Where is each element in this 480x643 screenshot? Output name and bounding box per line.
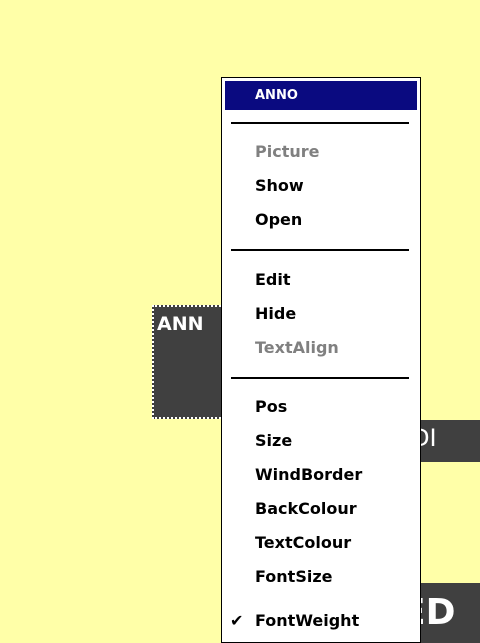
menu-title: ANNO (225, 81, 417, 110)
menu-separator (231, 249, 409, 251)
anno-object-label: ANN (157, 313, 204, 335)
menu-item-windborder[interactable]: WindBorder (222, 458, 420, 492)
menu-item-pos[interactable]: Pos (222, 390, 420, 424)
menu-separator (231, 377, 409, 379)
menu-item-picture: Picture (255, 142, 320, 161)
context-menu: ANNO Picture Show Open Edit Hide TextAli… (221, 77, 421, 643)
menu-item-size[interactable]: Size (222, 424, 420, 458)
menu-item-textalign: TextAlign (255, 338, 339, 357)
menu-item-edit[interactable]: Edit (222, 263, 420, 297)
menu-item-open[interactable]: Open (222, 203, 420, 237)
menu-item-fontweight[interactable]: ✔ FontWeight (222, 604, 420, 638)
menu-separator (231, 122, 409, 124)
menu-item-fontweight-label: FontWeight (255, 611, 360, 630)
menu-item-fontsize[interactable]: FontSize (222, 560, 420, 594)
menu-item-hide[interactable]: Hide (222, 297, 420, 331)
desktop-canvas: ANN IDI ED ANNO Picture Show Open Edit H… (0, 0, 480, 643)
menu-item-backcolour[interactable]: BackColour (222, 492, 420, 526)
menu-item-show[interactable]: Show (222, 169, 420, 203)
check-icon: ✔ (230, 611, 244, 630)
menu-item-textcolour[interactable]: TextColour (222, 526, 420, 560)
